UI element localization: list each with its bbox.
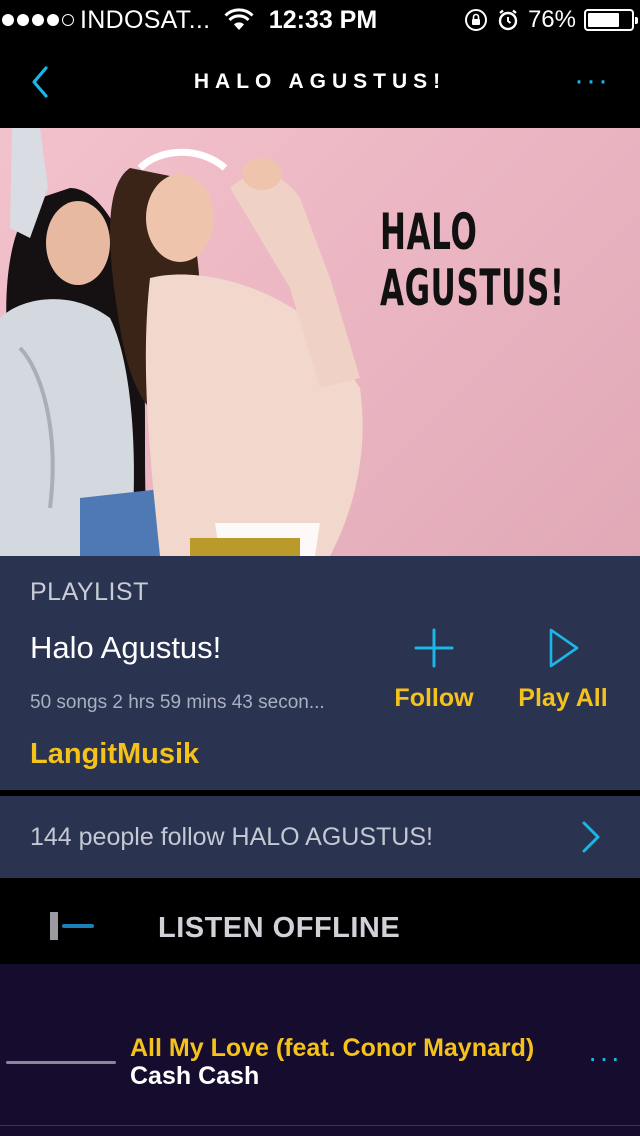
status-bar: INDOSAT... 12:33 PM 76% [0, 0, 640, 40]
chevron-right-icon [582, 821, 600, 853]
track-row[interactable]: All My Love (feat. Conor Maynard) Cash C… [0, 1034, 640, 1124]
listen-offline-row: LISTEN OFFLINE [0, 892, 640, 964]
playlist-info-panel: PLAYLIST Halo Agustus! 50 songs 2 hrs 59… [0, 556, 640, 790]
alarm-icon [498, 9, 518, 31]
cover-title: HALO AGUSTUS! [380, 203, 565, 317]
plus-icon [414, 628, 454, 668]
track-more-icon[interactable]: ··· [588, 1044, 622, 1072]
play-all-button[interactable]: Play All [510, 626, 616, 713]
battery-icon [584, 9, 638, 31]
playlist-meta: 50 songs 2 hrs 59 mins 43 secon... [30, 692, 325, 713]
listen-offline-label: LISTEN OFFLINE [158, 912, 401, 944]
more-options-icon[interactable]: ··· [574, 66, 610, 96]
playlist-screen: INDOSAT... 12:33 PM 76% HALO AGUSTUS! ··… [0, 0, 640, 1136]
playlist-name: Halo Agustus! [30, 630, 222, 665]
track-artist: Cash Cash [130, 1062, 260, 1090]
battery-level-fill [588, 13, 619, 27]
follow-label: Follow [394, 684, 474, 712]
battery-percentage: 76% [527, 6, 576, 33]
track-download-progress [6, 1061, 116, 1064]
followers-row[interactable]: 144 people follow HALO AGUSTUS! [0, 796, 640, 878]
offline-toggle[interactable] [48, 910, 98, 942]
follow-button[interactable]: Follow [384, 626, 484, 713]
divider [0, 1125, 640, 1126]
rotation-lock-icon [464, 9, 487, 31]
page-title: HALO AGUSTUS! [193, 70, 447, 93]
nav-bar: HALO AGUSTUS! ··· [0, 40, 640, 128]
cover-title-line-2: AGUSTUS! [380, 259, 565, 317]
playlist-cover-banner: HALO AGUSTUS! [0, 128, 640, 556]
track-title: All My Love (feat. Conor Maynard) [130, 1034, 535, 1062]
status-bar-right: 76% [464, 0, 638, 40]
track-list: All My Love (feat. Conor Maynard) Cash C… [0, 964, 640, 1136]
followers-count-text: 144 people follow HALO AGUSTUS! [30, 822, 433, 851]
play-icon [549, 628, 579, 668]
playlist-owner-link[interactable]: LangitMusik [30, 738, 199, 771]
cover-photo-illustration [0, 128, 363, 556]
cover-title-line-1: HALO [380, 203, 478, 261]
play-all-label: Play All [518, 684, 608, 712]
playlist-type-label: PLAYLIST [30, 578, 149, 606]
